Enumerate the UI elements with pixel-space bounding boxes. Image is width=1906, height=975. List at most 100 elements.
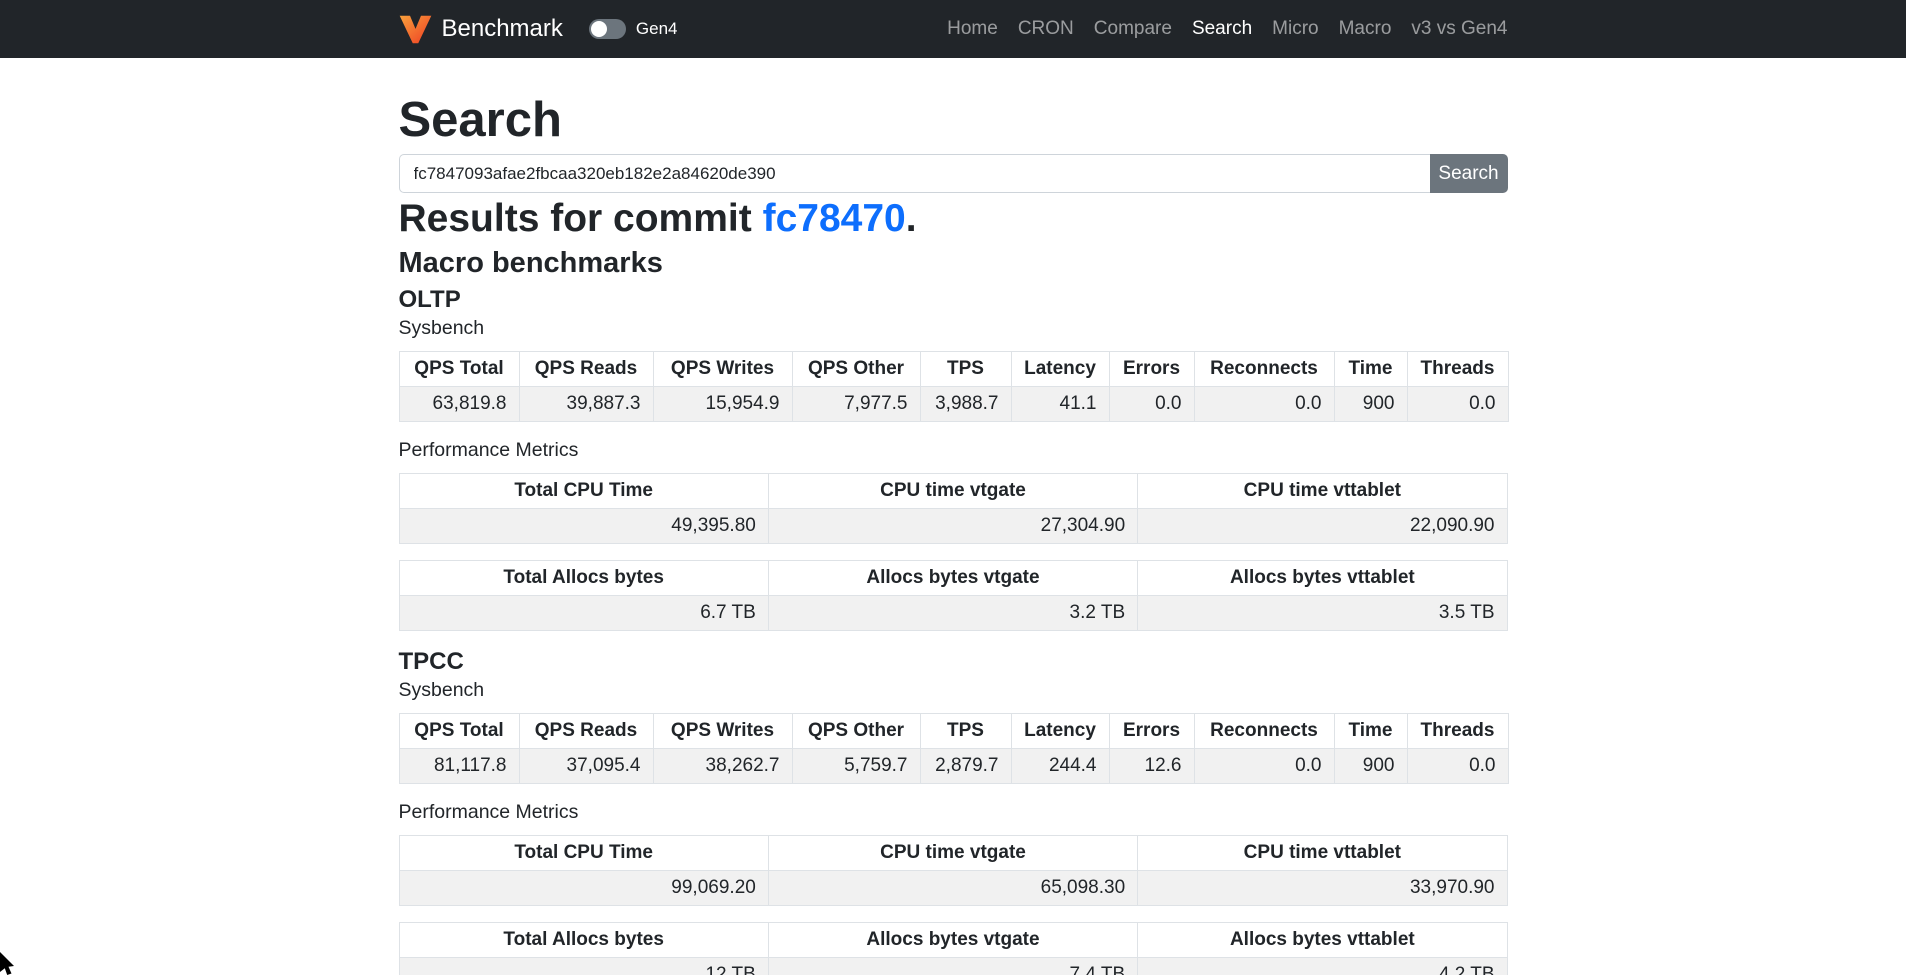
header-cell: QPS Writes: [653, 352, 792, 387]
header-cell: Threads: [1407, 352, 1508, 387]
navbar: Benchmark Gen4 Home CRON Compare Search …: [0, 0, 1906, 58]
value-cell: 81,117.8: [399, 749, 519, 784]
header-cell: Total CPU Time: [399, 474, 768, 509]
value-cell: 38,262.7: [653, 749, 792, 784]
header-cell: QPS Reads: [519, 714, 653, 749]
header-cell: CPU time vtgate: [768, 474, 1137, 509]
value-cell: 12 TB: [399, 958, 768, 975]
gen4-toggle[interactable]: Gen4: [589, 19, 678, 39]
value-cell: 3.2 TB: [768, 596, 1137, 631]
table-row: 49,395.80 27,304.90 22,090.90: [399, 509, 1507, 544]
tpcc-cpu-table: Total CPU Time CPU time vtgate CPU time …: [399, 835, 1508, 906]
header-cell: Allocs bytes vtgate: [768, 561, 1137, 596]
main-content: Search Search Results for commit fc78470…: [399, 92, 1508, 975]
results-suffix: .: [906, 197, 917, 240]
table-row: 12 TB 7.4 TB 4.2 TB: [399, 958, 1507, 975]
value-cell: 65,098.30: [768, 871, 1137, 906]
toggle-label: Gen4: [636, 19, 678, 39]
value-cell: 39,887.3: [519, 387, 653, 422]
nav-link-cron[interactable]: CRON: [1008, 18, 1084, 40]
table-header-row: Total CPU Time CPU time vtgate CPU time …: [399, 474, 1507, 509]
table-row: 63,819.8 39,887.3 15,954.9 7,977.5 3,988…: [399, 387, 1508, 422]
page-title: Search: [399, 92, 1508, 148]
value-cell: 27,304.90: [768, 509, 1137, 544]
value-cell: 3.5 TB: [1138, 596, 1507, 631]
table-row: 6.7 TB 3.2 TB 3.5 TB: [399, 596, 1507, 631]
value-cell: 0.0: [1407, 749, 1508, 784]
value-cell: 12.6: [1109, 749, 1194, 784]
table-header-row: Total Allocs bytes Allocs bytes vtgate A…: [399, 923, 1507, 958]
header-cell: Errors: [1109, 352, 1194, 387]
benchmark-title-oltp: OLTP: [399, 285, 1508, 314]
toggle-switch-icon[interactable]: [589, 19, 626, 39]
header-cell: CPU time vttablet: [1138, 836, 1507, 871]
header-cell: TPS: [920, 352, 1011, 387]
search-input[interactable]: [399, 154, 1430, 193]
value-cell: 99,069.20: [399, 871, 768, 906]
header-cell: CPU time vttablet: [1138, 474, 1507, 509]
table-row: 99,069.20 65,098.30 33,970.90: [399, 871, 1507, 906]
results-heading: Results for commit fc78470.: [399, 195, 1508, 242]
tpcc-sysbench-table: QPS Total QPS Reads QPS Writes QPS Other…: [399, 713, 1509, 784]
value-cell: 4.2 TB: [1138, 958, 1507, 975]
search-button[interactable]: Search: [1430, 154, 1508, 193]
table-header-row: QPS Total QPS Reads QPS Writes QPS Other…: [399, 714, 1508, 749]
header-cell: Allocs bytes vtgate: [768, 923, 1137, 958]
header-cell: Reconnects: [1194, 714, 1334, 749]
sysbench-label: Sysbench: [399, 678, 1508, 703]
value-cell: 244.4: [1011, 749, 1109, 784]
results-prefix: Results for commit: [399, 197, 763, 240]
brand-link[interactable]: Benchmark: [399, 15, 563, 44]
table-header-row: Total CPU Time CPU time vtgate CPU time …: [399, 836, 1507, 871]
header-cell: CPU time vtgate: [768, 836, 1137, 871]
header-cell: Total CPU Time: [399, 836, 768, 871]
sysbench-label: Sysbench: [399, 316, 1508, 341]
search-bar: Search: [399, 154, 1508, 193]
nav-link-search[interactable]: Search: [1182, 18, 1262, 40]
performance-metrics-label: Performance Metrics: [399, 438, 1508, 463]
value-cell: 63,819.8: [399, 387, 519, 422]
benchmark-title-tpcc: TPCC: [399, 647, 1508, 676]
value-cell: 37,095.4: [519, 749, 653, 784]
header-cell: Time: [1334, 352, 1407, 387]
table-row: 81,117.8 37,095.4 38,262.7 5,759.7 2,879…: [399, 749, 1508, 784]
value-cell: 0.0: [1109, 387, 1194, 422]
oltp-cpu-table: Total CPU Time CPU time vtgate CPU time …: [399, 473, 1508, 544]
value-cell: 900: [1334, 387, 1407, 422]
header-cell: Latency: [1011, 714, 1109, 749]
table-header-row: Total Allocs bytes Allocs bytes vtgate A…: [399, 561, 1507, 596]
tpcc-allocs-table: Total Allocs bytes Allocs bytes vtgate A…: [399, 922, 1508, 975]
header-cell: QPS Writes: [653, 714, 792, 749]
mouse-cursor-icon: [0, 952, 20, 975]
value-cell: 3,988.7: [920, 387, 1011, 422]
commit-link[interactable]: fc78470: [763, 197, 906, 240]
value-cell: 15,954.9: [653, 387, 792, 422]
nav-link-macro[interactable]: Macro: [1329, 18, 1402, 40]
header-cell: Total Allocs bytes: [399, 923, 768, 958]
table-header-row: QPS Total QPS Reads QPS Writes QPS Other…: [399, 352, 1508, 387]
header-cell: QPS Reads: [519, 352, 653, 387]
header-cell: QPS Other: [792, 352, 920, 387]
nav-link-home[interactable]: Home: [937, 18, 1008, 40]
value-cell: 5,759.7: [792, 749, 920, 784]
oltp-sysbench-table: QPS Total QPS Reads QPS Writes QPS Other…: [399, 351, 1509, 422]
toggle-knob: [591, 21, 607, 37]
value-cell: 7.4 TB: [768, 958, 1137, 975]
nav-link-compare[interactable]: Compare: [1084, 18, 1182, 40]
header-cell: Threads: [1407, 714, 1508, 749]
header-cell: Time: [1334, 714, 1407, 749]
nav-link-v3-vs-gen4[interactable]: v3 vs Gen4: [1401, 18, 1507, 40]
value-cell: 22,090.90: [1138, 509, 1507, 544]
nav-link-micro[interactable]: Micro: [1262, 18, 1328, 40]
header-cell: QPS Total: [399, 714, 519, 749]
header-cell: QPS Total: [399, 352, 519, 387]
nav-links: Home CRON Compare Search Micro Macro v3 …: [937, 18, 1507, 40]
value-cell: 0.0: [1407, 387, 1508, 422]
value-cell: 41.1: [1011, 387, 1109, 422]
value-cell: 0.0: [1194, 749, 1334, 784]
header-cell: Reconnects: [1194, 352, 1334, 387]
header-cell: Allocs bytes vttablet: [1138, 561, 1507, 596]
header-cell: Allocs bytes vttablet: [1138, 923, 1507, 958]
value-cell: 6.7 TB: [399, 596, 768, 631]
performance-metrics-label: Performance Metrics: [399, 800, 1508, 825]
